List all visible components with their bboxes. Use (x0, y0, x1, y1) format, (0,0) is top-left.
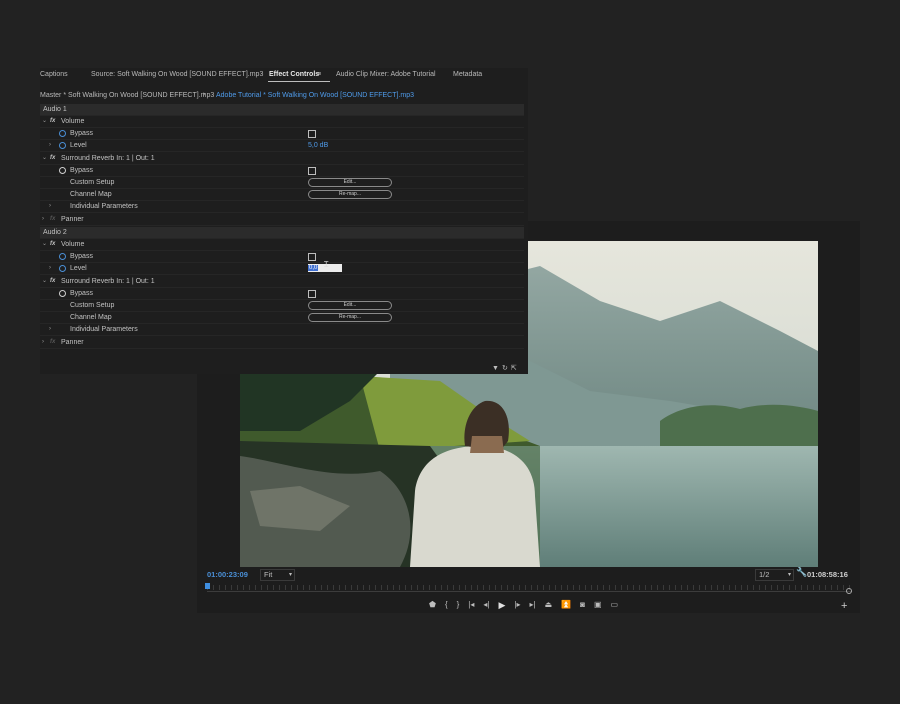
zoom-scroll-handle[interactable] (846, 588, 852, 594)
chevron-down-icon: ▾ (787, 572, 791, 578)
playhead[interactable] (205, 583, 210, 589)
resolution-value: 1/2 (759, 570, 770, 579)
overlay-icon[interactable]: ▭ (611, 600, 619, 610)
compare-icon[interactable]: ▣ (594, 600, 602, 610)
ruler-ticks (207, 585, 852, 590)
effect-controls-panel: Captions Source: Soft Walking On Wood [S… (40, 68, 528, 374)
go-to-out-icon[interactable]: ▸| (530, 600, 536, 610)
settings-wrench-icon[interactable]: 🔧 (796, 567, 807, 578)
duration-timecode: 01:08:58:16 (807, 570, 848, 579)
chevron-down-icon: ▾ (288, 572, 292, 578)
export-frame-icon[interactable]: ◙ (580, 600, 585, 610)
button-editor-add-icon[interactable]: + (841, 600, 847, 612)
page-curl-overlay (40, 68, 528, 374)
zoom-level-select[interactable]: Fit ▾ (260, 569, 295, 581)
time-ruler[interactable] (205, 583, 852, 594)
current-timecode[interactable]: 01:00:23:09 (207, 570, 248, 579)
mark-out-icon[interactable]: } (457, 600, 460, 610)
playback-resolution-select[interactable]: 1/2 ▾ (755, 569, 794, 581)
step-forward-icon[interactable]: |▸ (514, 600, 520, 610)
mark-in-icon[interactable]: { (445, 600, 448, 610)
zoom-level-value: Fit (264, 570, 273, 579)
lift-icon[interactable]: ⏏ (545, 600, 553, 610)
step-back-icon[interactable]: ◂| (483, 600, 489, 610)
add-marker-icon[interactable]: ⬟ (429, 600, 436, 610)
extract-icon[interactable]: ⏫ (561, 600, 571, 610)
play-icon[interactable]: ▶ (498, 600, 505, 610)
transport-controls: ⬟ { } |◂ ◂| ▶ |▸ ▸| ⏏ ⏫ ◙ ▣ ▭ (429, 599, 618, 611)
go-to-in-icon[interactable]: |◂ (468, 600, 474, 610)
ruler-baseline (207, 591, 852, 592)
